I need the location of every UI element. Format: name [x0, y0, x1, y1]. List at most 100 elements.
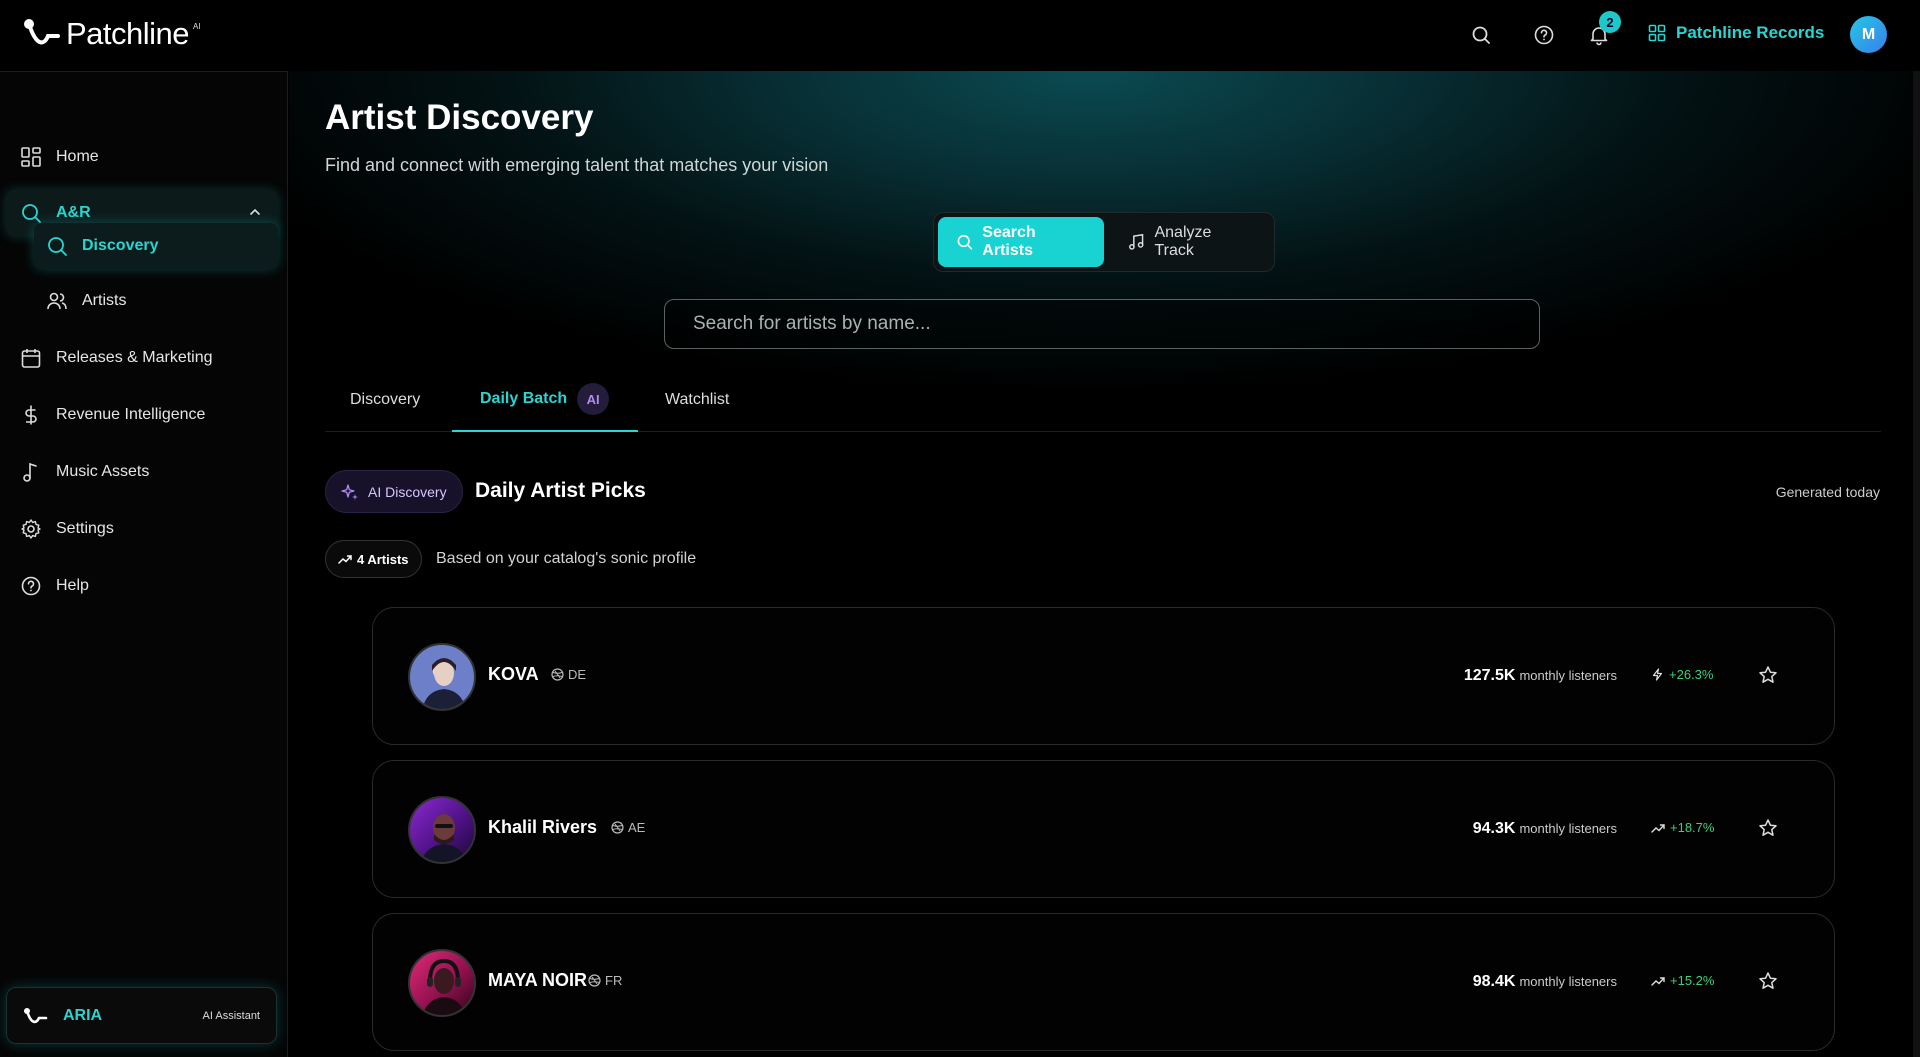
star-icon[interactable] [1758, 665, 1778, 685]
lightning-icon [1652, 668, 1663, 681]
search-icon [957, 234, 973, 250]
tab-daily-batch[interactable]: Daily Batch AI [452, 368, 638, 432]
artist-count-badge: 4 Artists [325, 540, 422, 578]
sidebar-item-artists[interactable]: Artists [34, 278, 278, 324]
generated-date: Generated today [1775, 484, 1880, 500]
patchline-logo-icon [24, 1007, 48, 1023]
artist-listeners: 94.3K monthly listeners [1473, 820, 1617, 838]
sidebar-item-label: Releases & Marketing [56, 349, 213, 366]
artist-card[interactable]: Khalil Rivers AE 94.3K monthly listeners … [372, 760, 1835, 898]
app-name: Patchline [66, 16, 190, 51]
sidebar-item-settings[interactable]: Settings [0, 506, 288, 552]
music-note-icon [23, 462, 37, 482]
trending-up-icon [1651, 976, 1665, 986]
grid-icon [1648, 24, 1666, 42]
listeners-label: monthly listeners [1519, 668, 1617, 683]
artist-avatar [408, 796, 476, 864]
trending-up-icon [1651, 823, 1665, 833]
globe-icon [611, 821, 624, 834]
dollar-icon [25, 405, 37, 425]
org-switcher[interactable]: Patchline Records [1648, 23, 1824, 43]
growth-value: +15.2% [1670, 973, 1715, 988]
globe-icon [551, 668, 564, 681]
sidebar-item-revenue[interactable]: Revenue Intelligence [0, 392, 288, 438]
star-icon[interactable] [1758, 818, 1778, 838]
tab-label: Watchlist [665, 391, 730, 408]
sidebar-item-label: Help [56, 577, 89, 594]
help-icon[interactable] [1533, 24, 1555, 46]
artist-name[interactable]: MAYA NOIR [488, 970, 587, 991]
listeners-count: 127.5K [1463, 667, 1516, 684]
patchline-logo-icon [24, 19, 60, 45]
top-bar: Patchline AI 2 Patchline Records M [0, 0, 1920, 71]
tab-label: Daily Batch [480, 390, 568, 407]
artist-growth: +18.7% [1651, 820, 1714, 835]
user-avatar[interactable]: M [1850, 16, 1887, 53]
artist-count: 4 Artists [357, 551, 409, 567]
artist-avatar [408, 643, 476, 711]
sidebar-item-music-assets[interactable]: Music Assets [0, 449, 288, 495]
analyze-track-button[interactable]: Analyze Track [1110, 217, 1270, 267]
search-artists-label: Search Artists [982, 224, 1036, 259]
search-artists-button[interactable]: Search Artists [938, 217, 1104, 267]
artist-country: DE [551, 667, 586, 682]
artist-country-code: FR [605, 973, 623, 988]
page-subtitle: Find and connect with emerging talent th… [325, 155, 829, 175]
page-title: Artist Discovery [325, 98, 594, 137]
calendar-icon [21, 349, 41, 368]
artist-name[interactable]: KOVA [488, 664, 539, 685]
listeners-label: monthly listeners [1519, 821, 1617, 836]
sidebar-item-label: Discovery [82, 237, 159, 254]
artist-listeners: 98.4K monthly listeners [1473, 973, 1617, 991]
search-icon [48, 237, 67, 256]
daily-picks-title: Daily Artist Picks [475, 479, 646, 502]
artist-photo [422, 658, 466, 709]
artist-search-input[interactable] [693, 313, 1539, 335]
trending-up-icon [338, 555, 352, 564]
tab-label: Discovery [350, 391, 421, 408]
sparkles-icon [341, 483, 358, 500]
globe-icon [588, 974, 601, 987]
sidebar-nav: Discovery Artists Releases & Marketing R… [0, 71, 288, 971]
artist-card[interactable]: MAYA NOIR FR 98.4K monthly listeners +15.… [372, 913, 1835, 1051]
artist-country: FR [588, 973, 622, 988]
app-logo[interactable]: Patchline AI [22, 16, 201, 52]
gear-icon [21, 519, 41, 539]
search-icon[interactable] [1470, 24, 1492, 46]
artist-photo [421, 814, 467, 862]
artist-country-code: AE [628, 820, 646, 835]
star-icon[interactable] [1758, 971, 1778, 991]
artist-growth: +26.3% [1651, 667, 1713, 682]
ai-discovery-badge: AI Discovery [325, 470, 463, 513]
artist-country: AE [611, 820, 645, 835]
aria-assistant-button[interactable]: ARIA AI Assistant [6, 987, 277, 1044]
analyze-track-label: Analyze Track [1154, 224, 1212, 259]
assistant-subtitle: AI Assistant [202, 1009, 260, 1022]
sidebar-item-help[interactable]: Help [0, 563, 288, 609]
artist-avatar [408, 949, 476, 1017]
artist-name[interactable]: Khalil Rivers [488, 817, 597, 838]
listeners-count: 94.3K [1472, 820, 1516, 837]
sidebar-item-label: Settings [56, 520, 114, 537]
app-name-badge: AI [193, 22, 201, 31]
scrollbar[interactable] [1913, 71, 1920, 1057]
assistant-name: ARIA [63, 1006, 103, 1024]
listeners-count: 98.4K [1472, 973, 1516, 990]
listeners-label: monthly listeners [1519, 974, 1617, 989]
sidebar-item-label: Revenue Intelligence [56, 406, 206, 423]
artist-country-code: DE [568, 667, 587, 682]
discovery-tabs: Discovery Daily Batch AI Watchlist [325, 368, 1881, 432]
tab-watchlist[interactable]: Watchlist [665, 368, 785, 432]
sidebar-item-releases[interactable]: Releases & Marketing [0, 335, 288, 381]
sidebar-item-label: Music Assets [56, 463, 150, 480]
based-on-text: Based on your catalog's sonic profile [436, 550, 697, 567]
artist-card[interactable]: KOVA DE 127.5K monthly listeners +26.3% [372, 607, 1835, 745]
help-icon [21, 576, 41, 596]
music-note-icon [1129, 233, 1144, 250]
users-icon [47, 292, 67, 310]
mode-toggle: Search Artists Analyze Track [933, 212, 1275, 272]
artist-listeners: 127.5K monthly listeners [1464, 667, 1617, 685]
artist-growth: +15.2% [1651, 973, 1714, 988]
sidebar-item-discovery[interactable]: Discovery [34, 223, 278, 269]
artist-search-field[interactable] [664, 299, 1540, 349]
